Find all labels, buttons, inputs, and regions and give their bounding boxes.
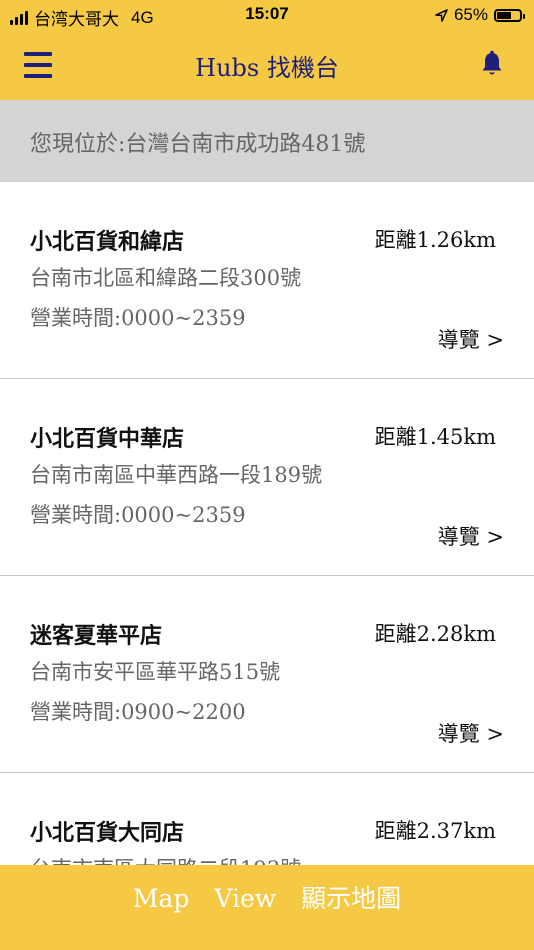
page-title: Hubs 找機台 (195, 54, 339, 82)
store-item[interactable]: 迷客夏華平店 距離2.28km 台南市安平區華平路515號 營業時間:0900~… (0, 576, 534, 773)
map-view-button[interactable]: Map View 顯示地圖 (0, 865, 534, 950)
store-list[interactable]: 小北百貨和緯店 距離1.26km 台南市北區和緯路二段300號 營業時間:000… (0, 182, 534, 865)
store-hours: 營業時間:0000~2359 (30, 503, 246, 527)
store-address: 台南市北區和緯路二段300號 (30, 266, 302, 290)
store-address: 台南市南區中華西路一段189號 (30, 463, 323, 487)
store-distance: 距離1.45km (374, 425, 496, 449)
navigate-link[interactable]: 導覽 > (438, 718, 504, 748)
store-hours: 營業時間:0000~2359 (30, 306, 246, 330)
app-header: Hubs 找機台 (0, 30, 534, 100)
store-item[interactable]: 小北百貨中華店 距離1.45km 台南市南區中華西路一段189號 營業時間:00… (0, 379, 534, 576)
store-name: 迷客夏華平店 (30, 624, 163, 649)
store-address: 台南市安平區華平路515號 (30, 660, 281, 684)
current-location-text: 您現位於:台灣台南市成功路481號 (30, 132, 366, 157)
store-distance: 距離1.26km (374, 228, 496, 252)
current-location-bar: 您現位於:台灣台南市成功路481號 (0, 100, 534, 182)
status-right: 65% (435, 5, 525, 25)
map-view-label: Map View 顯示地圖 (132, 884, 402, 913)
location-arrow-icon (435, 8, 448, 22)
store-item[interactable]: 小北百貨大同店 距離2.37km 台南市南區大同路二段193號 (0, 773, 534, 865)
battery-level (497, 11, 512, 19)
navigate-link[interactable]: 導覽 > (438, 324, 504, 354)
store-address: 台南市南區大同路二段193號 (30, 853, 301, 865)
battery-percent: 65% (453, 5, 488, 24)
navigate-link[interactable]: 導覽 > (438, 521, 504, 551)
battery-icon (494, 8, 525, 22)
store-item[interactable]: 小北百貨和緯店 距離1.26km 台南市北區和緯路二段300號 營業時間:000… (0, 182, 534, 379)
status-bar: 台湾大哥大 4G 15:07 65% (0, 0, 534, 30)
store-name: 小北百貨大同店 (30, 821, 185, 846)
store-name: 小北百貨中華店 (30, 427, 185, 452)
store-hours: 營業時間:0900~2200 (30, 700, 246, 724)
store-distance: 距離2.28km (374, 622, 496, 646)
store-distance: 距離2.37km (374, 819, 496, 843)
bell-icon[interactable] (480, 50, 504, 78)
store-name: 小北百貨和緯店 (30, 230, 185, 255)
